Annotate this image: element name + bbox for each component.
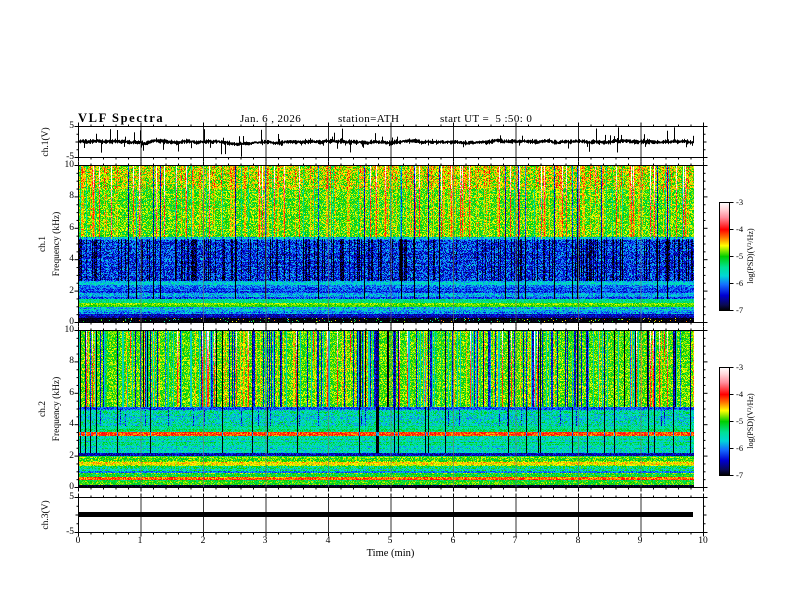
spec2-channel-label: ch.2 [38, 400, 48, 418]
spec1-freq-label: Frequency (kHz) [52, 211, 62, 277]
colorbar2-tick: -7 [736, 470, 744, 480]
spec2-ytick: 10 [64, 325, 75, 335]
wave3-ytick: 5 [69, 492, 74, 502]
spec1-ytick: 10 [64, 160, 75, 170]
x-tick: 6 [450, 536, 456, 546]
colorbar2-tick: -3 [736, 362, 744, 372]
x-tick: 7 [512, 536, 518, 546]
wave1-ylabel: ch.1(V) [41, 127, 51, 157]
spec2-ytick: 8 [69, 356, 74, 366]
x-tick: 8 [575, 536, 581, 546]
x-tick: 0 [75, 536, 81, 546]
x-tick: 3 [262, 536, 268, 546]
spec2-freq-label: Frequency (kHz) [52, 376, 62, 442]
x-tick: 10 [698, 536, 708, 546]
wave3-ylabel: ch.3(V) [41, 500, 51, 530]
colorbar1-label: log(PSD)(V²/Hz) [746, 228, 755, 284]
colorbar1-tick: -7 [736, 305, 744, 315]
x-tick: 1 [137, 536, 143, 546]
ch1-waveform [79, 127, 694, 157]
x-tick: 5 [387, 536, 393, 546]
x-tick: 9 [637, 536, 643, 546]
vlf-spectra-figure: VLF Spectra Jan. 6 , 2026 station=ATH st… [0, 0, 792, 612]
spec1-ytick: 8 [69, 191, 74, 201]
x-tick: 2 [200, 536, 206, 546]
colorbar2-label: log(PSD)(V²/Hz) [746, 393, 755, 449]
wave1-ytick: 5 [69, 121, 74, 131]
ch3-flat-line [79, 512, 693, 517]
spec2-ytick: 2 [69, 451, 74, 461]
ch2-spectrogram [79, 331, 694, 487]
ch1-spectrogram [79, 166, 694, 322]
colorbar1-tick: -3 [736, 197, 744, 207]
spec1-ytick: 2 [69, 286, 74, 296]
x-tick: 4 [325, 536, 331, 546]
x-axis-label: Time (min) [366, 548, 415, 559]
spec1-channel-label: ch.1 [38, 235, 48, 253]
